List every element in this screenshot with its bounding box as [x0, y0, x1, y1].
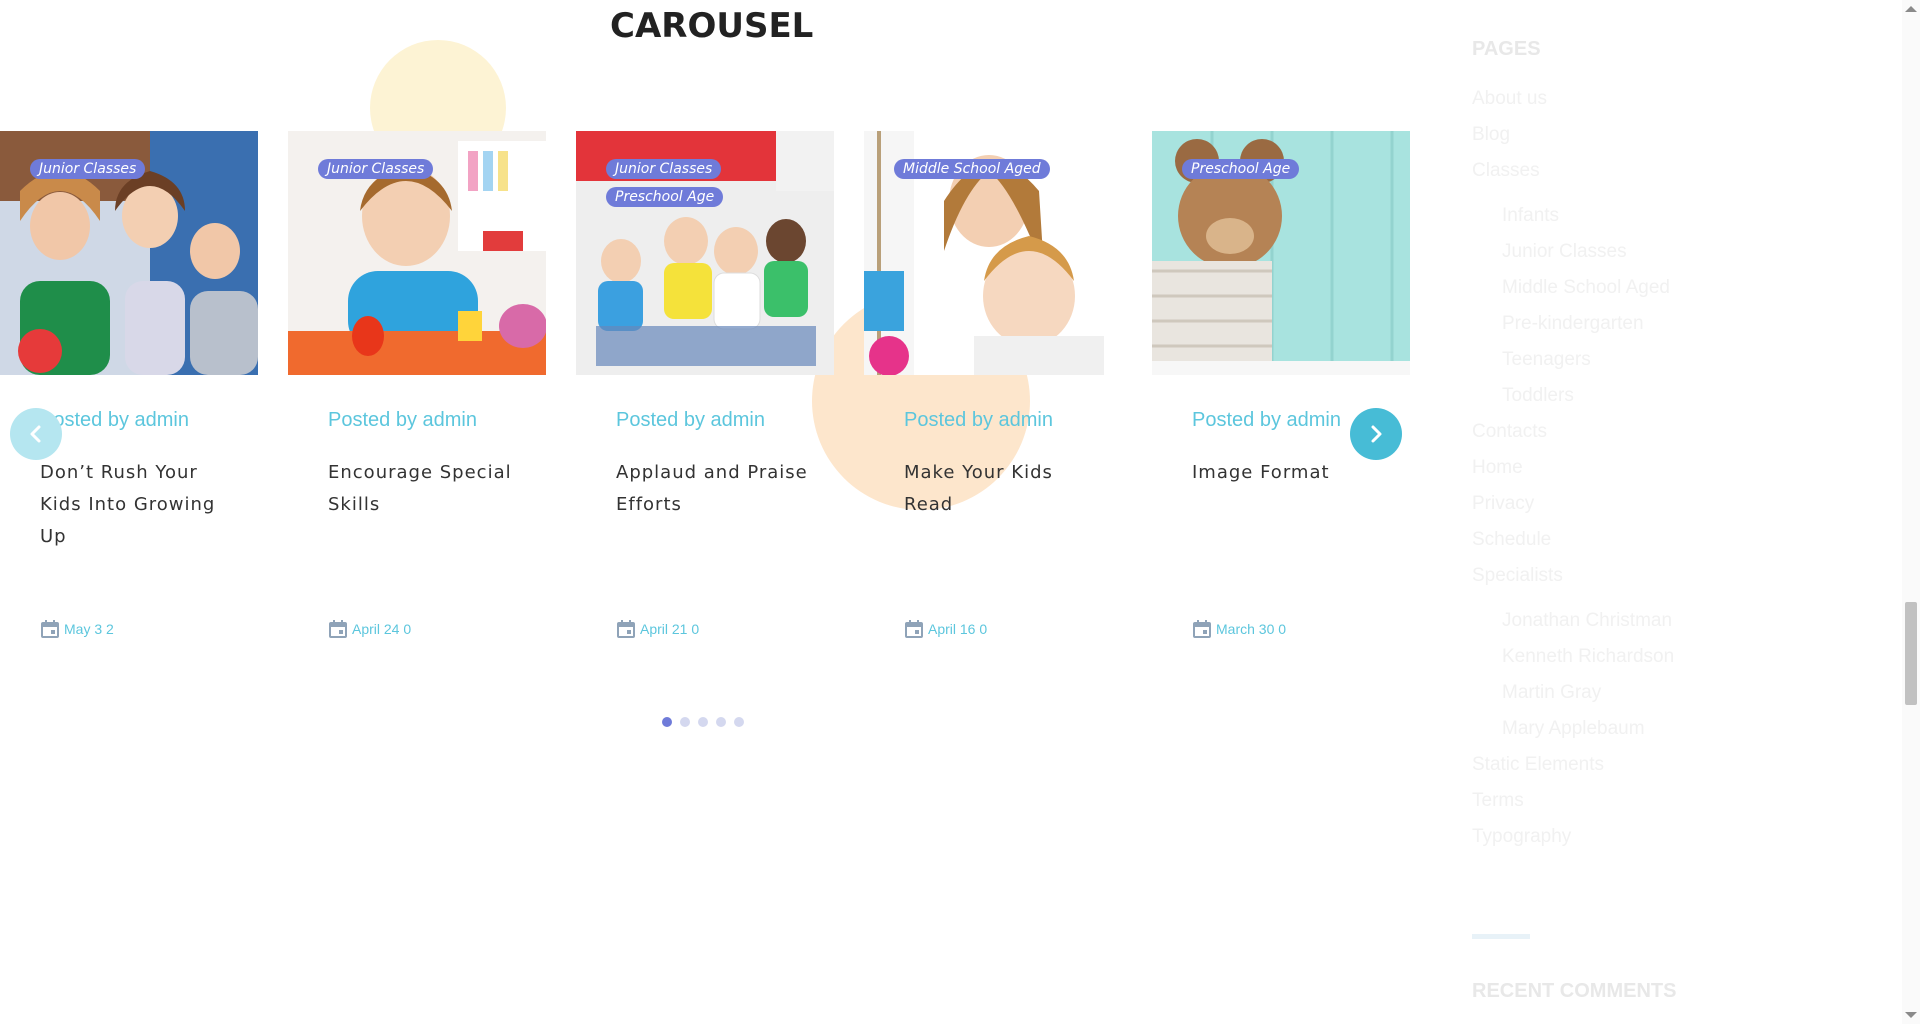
post-image[interactable]: Junior Classes — [0, 131, 258, 375]
post-card[interactable]: Preschool Age Posted by admin Image Format… — [1152, 131, 1410, 638]
carousel-dot[interactable] — [680, 717, 690, 727]
post-date: April 21 0 — [616, 619, 699, 639]
post-date: April 24 0 — [328, 619, 411, 639]
post-author[interactable]: Posted by admin — [616, 409, 765, 432]
chevron-left-icon — [30, 425, 41, 443]
scroll-thumb[interactable] — [1905, 602, 1917, 705]
post-author[interactable]: Posted by admin — [328, 409, 477, 432]
sidebar-page-link[interactable]: Typography — [1472, 826, 1571, 848]
post-card[interactable]: Junior Classes Preschool Age Posted by adm… — [576, 131, 834, 638]
sidebar-page-link[interactable]: Mary Applebaum — [1502, 718, 1645, 740]
post-author[interactable]: Posted by admin — [40, 409, 189, 432]
post-date: May 3 2 — [40, 619, 114, 639]
post-title[interactable]: Don’t Rush Your Kids Into Growing Up — [40, 457, 240, 553]
calendar-icon — [329, 620, 347, 638]
sidebar-page-link[interactable]: Privacy — [1472, 493, 1534, 515]
category-tag[interactable]: Middle School Aged — [894, 159, 1050, 179]
recent-comments-heading: RECENT COMMENTS — [1472, 980, 1677, 1002]
sidebar-page-link[interactable]: Teenagers — [1502, 349, 1591, 371]
page-scrollbar[interactable] — [1902, 0, 1920, 1024]
carousel-prev-button[interactable] — [10, 408, 62, 460]
post-image[interactable]: Junior Classes Preschool Age — [576, 131, 834, 375]
section-title: CAROUSEL — [610, 6, 814, 46]
post-date: April 16 0 — [904, 619, 987, 639]
post-title[interactable]: Image Format — [1192, 457, 1392, 489]
post-card[interactable]: Junior Classes Posted by admin Encourage S… — [288, 131, 546, 638]
post-date-text[interactable]: April 24 0 — [352, 621, 411, 637]
carousel-dot[interactable] — [716, 717, 726, 727]
post-tags: Middle School Aged — [894, 159, 1050, 179]
post-card[interactable]: Junior Classes Posted by admin Don’t Rush … — [0, 131, 258, 638]
chevron-right-icon — [1371, 425, 1382, 443]
sidebar-page-link[interactable]: Specialists — [1472, 565, 1563, 587]
category-tag[interactable]: Junior Classes — [318, 159, 434, 179]
post-tags: Junior Classes Preschool Age — [606, 159, 724, 207]
sidebar-page-link[interactable]: Martin Gray — [1502, 682, 1601, 704]
sidebar-page-link[interactable]: About us — [1472, 88, 1547, 110]
sidebar-page-link[interactable]: Schedule — [1472, 529, 1551, 551]
post-tags: Preschool Age — [1182, 159, 1300, 179]
post-image[interactable]: Middle School Aged — [864, 131, 1122, 375]
carousel-dot[interactable] — [662, 717, 672, 727]
sidebar-page-link[interactable]: Blog — [1472, 124, 1510, 146]
carousel-pagination — [662, 717, 744, 727]
sidebar-page-link[interactable]: Home — [1472, 457, 1523, 479]
pages-heading: PAGES — [1472, 38, 1541, 60]
sidebar-page-link[interactable]: Middle School Aged — [1502, 277, 1670, 299]
sidebar-page-link[interactable]: Kenneth Richardson — [1502, 646, 1674, 668]
scroll-down-arrow[interactable] — [1905, 1012, 1917, 1018]
post-title[interactable]: Applaud and Praise Efforts — [616, 457, 816, 521]
sidebar-page-link[interactable]: Junior Classes — [1502, 241, 1627, 263]
sidebar-page-link[interactable]: Static Elements — [1472, 754, 1604, 776]
category-tag[interactable]: Junior Classes — [606, 159, 722, 179]
calendar-icon — [41, 620, 59, 638]
post-author[interactable]: Posted by admin — [1192, 409, 1341, 432]
carousel-next-button[interactable] — [1350, 408, 1402, 460]
post-tags: Junior Classes — [318, 159, 434, 179]
post-date-text[interactable]: March 30 0 — [1216, 621, 1286, 637]
post-tags: Junior Classes — [30, 159, 146, 179]
post-image[interactable]: Preschool Age — [1152, 131, 1410, 375]
sidebar-page-link[interactable]: Contacts — [1472, 421, 1547, 443]
post-date-text[interactable]: April 21 0 — [640, 621, 699, 637]
post-title[interactable]: Encourage Special Skills — [328, 457, 528, 521]
sidebar-divider — [1472, 934, 1530, 939]
post-date-text[interactable]: May 3 2 — [64, 621, 114, 637]
sidebar-page-link[interactable]: Jonathan Christman — [1502, 610, 1672, 632]
calendar-icon — [1193, 620, 1211, 638]
calendar-icon — [905, 620, 923, 638]
scroll-up-arrow[interactable] — [1905, 6, 1917, 12]
carousel-dot[interactable] — [698, 717, 708, 727]
post-author[interactable]: Posted by admin — [904, 409, 1053, 432]
post-date-text[interactable]: April 16 0 — [928, 621, 987, 637]
post-title[interactable]: Make Your Kids Read — [904, 457, 1104, 521]
carousel-dot[interactable] — [734, 717, 744, 727]
sidebar-page-link[interactable]: Infants — [1502, 205, 1559, 227]
post-image[interactable]: Junior Classes — [288, 131, 546, 375]
sidebar-page-link[interactable]: Terms — [1472, 790, 1524, 812]
post-date: March 30 0 — [1192, 619, 1286, 639]
sidebar-page-link[interactable]: Classes — [1472, 160, 1540, 182]
post-card[interactable]: Middle School Aged Posted by admin Make Yo… — [864, 131, 1122, 638]
sidebar-page-link[interactable]: Toddlers — [1502, 385, 1574, 407]
category-tag[interactable]: Preschool Age — [1182, 159, 1300, 179]
category-tag[interactable]: Preschool Age — [606, 187, 724, 207]
category-tag[interactable]: Junior Classes — [30, 159, 146, 179]
calendar-icon — [617, 620, 635, 638]
sidebar-page-link[interactable]: Pre-kindergarten — [1502, 313, 1644, 335]
